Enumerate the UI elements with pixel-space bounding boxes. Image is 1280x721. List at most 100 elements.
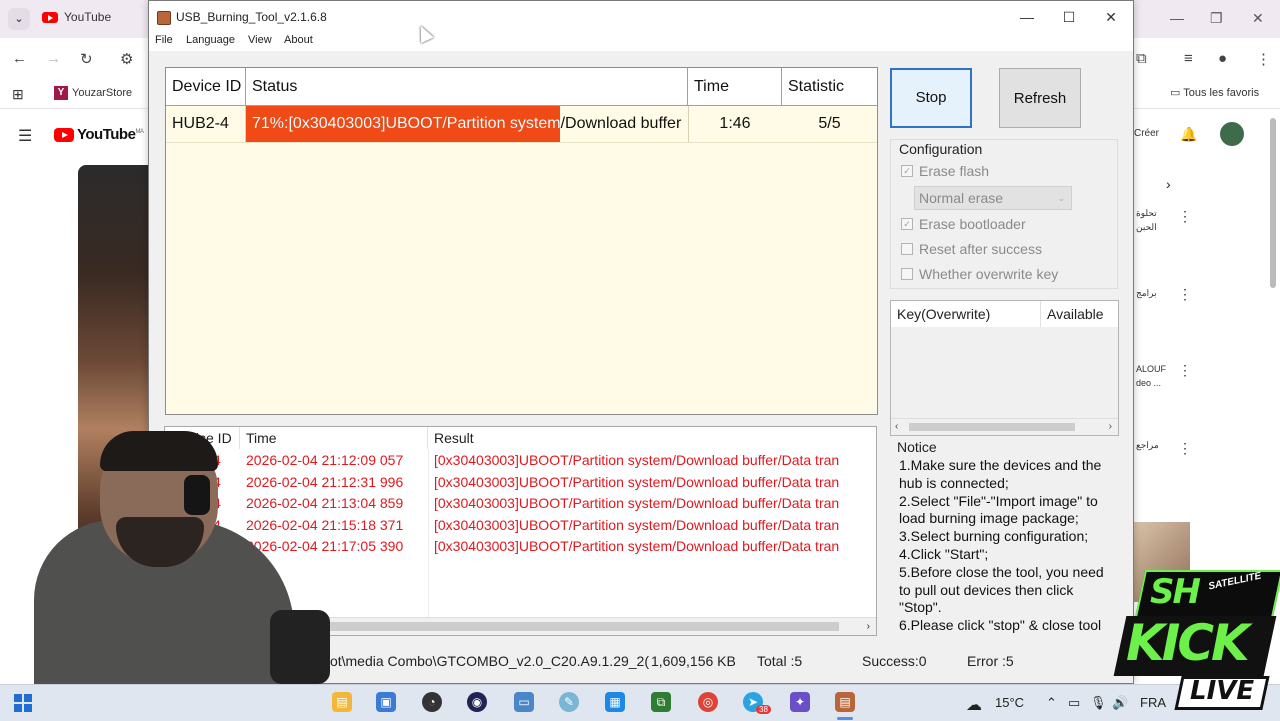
tab-search-button[interactable]: ⌄ — [8, 8, 30, 30]
microphone-icon[interactable]: 🎙 — [1090, 695, 1107, 711]
notice-line: 2.Select "File"-"Import image" to — [899, 492, 1098, 509]
key-list-scrollbar[interactable]: ‹ › — [891, 418, 1118, 435]
profile-icon[interactable]: ● — [1218, 50, 1227, 67]
checkbox-empty-icon — [901, 243, 913, 256]
chrome-icon[interactable]: ◎ — [698, 692, 718, 712]
windows-start-icon[interactable] — [14, 694, 32, 712]
speed-app-icon[interactable]: ◔ — [422, 692, 442, 712]
log-result: [0x30403003]UBOOT/Partition system/Downl… — [434, 516, 840, 533]
refresh-button[interactable]: Refresh — [999, 68, 1081, 128]
file-explorer-icon[interactable]: ▤ — [332, 692, 352, 712]
scroll-left-icon[interactable]: ‹ — [895, 419, 898, 435]
device-id-cell: HUB2-4 — [166, 106, 246, 142]
more-icon[interactable]: ⋮ — [1178, 440, 1192, 457]
maximize-button[interactable]: ☐ — [1047, 1, 1091, 33]
column-time[interactable]: Time — [688, 68, 782, 105]
hamburger-icon[interactable]: ☰ — [18, 126, 32, 146]
overwrite-key-checkbox[interactable]: Whether overwrite key — [901, 266, 1058, 282]
menu-icon[interactable]: ⋮ — [1256, 50, 1271, 68]
column-available[interactable]: Available — [1041, 301, 1118, 327]
tab-title: YouTube — [64, 10, 112, 24]
weather-icon[interactable]: ☁ — [966, 695, 982, 715]
chevron-up-icon[interactable]: ⌃ — [1046, 695, 1057, 711]
success-count: Success:0 — [862, 653, 927, 669]
back-icon[interactable]: ← — [12, 50, 27, 67]
scroll-thumb[interactable] — [909, 423, 1075, 431]
browser-tab-youtube[interactable]: YouTube — [42, 10, 111, 24]
scroll-thumb[interactable] — [285, 622, 839, 631]
youtube-logo[interactable]: YouTubeMA — [54, 126, 144, 143]
satellite-app-icon[interactable]: ✦ — [790, 692, 810, 712]
more-icon[interactable]: ⋮ — [1178, 286, 1192, 303]
webcam-overlay — [34, 425, 334, 690]
calculator-icon[interactable]: ▦ — [605, 692, 625, 712]
camera-app-icon[interactable]: ◉ — [467, 692, 487, 712]
scroll-right-icon[interactable]: › — [1109, 419, 1112, 435]
kick-live-logo: SH SATELLITE KICK LIVE — [1112, 558, 1280, 720]
forward-icon[interactable]: → — [46, 50, 61, 67]
app-icon — [157, 11, 171, 25]
scroll-right-icon[interactable]: › — [867, 618, 870, 635]
remote-desktop-icon[interactable]: ▭ — [514, 692, 534, 712]
network-icon[interactable]: ▭ — [1068, 695, 1080, 711]
reload-icon[interactable]: ↻ — [80, 50, 93, 68]
media-icon[interactable]: ≡ — [1184, 50, 1193, 67]
chevron-right-icon[interactable]: › — [1166, 176, 1171, 192]
youtube-country: MA — [135, 129, 144, 135]
more-icon[interactable]: ⋮ — [1178, 362, 1192, 379]
sidebar-video-title[interactable]: تحلوة — [1136, 208, 1172, 219]
store-icon[interactable]: ▣ — [376, 692, 396, 712]
minimize-icon[interactable]: — — [1170, 10, 1184, 26]
bell-icon[interactable]: 🔔 — [1180, 126, 1197, 143]
sidebar-video-title[interactable]: برامج — [1136, 288, 1172, 299]
erase-bootloader-checkbox[interactable]: ✓ Erase bootloader — [901, 216, 1026, 232]
column-statistic[interactable]: Statistic — [782, 68, 877, 105]
progress-bar: 71%:[0x30403003]UBOOT/Partition system/D… — [246, 106, 689, 142]
log-result: [0x30403003]UBOOT/Partition system/Downl… — [434, 495, 840, 511]
tool-app-icon[interactable]: ✎ — [559, 692, 579, 712]
menu-file[interactable]: File — [155, 34, 173, 46]
sidebar-video-title[interactable]: ALOUF — [1136, 364, 1172, 374]
device-grid-header: Device ID Status Time Statistic — [166, 68, 877, 106]
reset-after-success-label: Reset after success — [919, 241, 1042, 257]
column-status[interactable]: Status — [246, 68, 688, 105]
network-app-icon[interactable]: ⧉ — [651, 692, 671, 712]
stop-button[interactable]: Stop — [890, 68, 972, 128]
progress-text-overlay: 71%:[0x30403003]UBOOT/Partition system/D… — [252, 115, 560, 132]
bookmark-youzarstore[interactable]: Y YouzarStore — [54, 86, 132, 100]
minimize-button[interactable]: — — [1005, 1, 1049, 33]
key-overwrite-list[interactable]: Key(Overwrite) Available ‹ › — [890, 300, 1119, 436]
close-icon[interactable]: ✕ — [1252, 10, 1264, 27]
maximize-icon[interactable]: ❐ — [1210, 10, 1223, 27]
site-settings-icon[interactable]: ⚙ — [120, 50, 133, 68]
avatar[interactable] — [1220, 122, 1244, 146]
erase-flash-checkbox[interactable]: ✓ Erase flash — [901, 163, 989, 179]
progress-text-overlay-clip: 71%:[0x30403003]UBOOT/Partition system/D… — [246, 106, 560, 142]
close-button[interactable]: ✕ — [1089, 1, 1133, 33]
create-button[interactable]: Créer — [1134, 128, 1159, 139]
erase-mode-select[interactable]: Normal erase ⌄ — [914, 186, 1072, 210]
extensions-icon[interactable]: ⧉ — [1136, 50, 1147, 67]
log-column-result[interactable]: Result — [428, 427, 876, 449]
headset-icon — [184, 475, 210, 515]
sidebar-video-title[interactable]: مراجع — [1136, 440, 1172, 451]
bookmark-label: YouzarStore — [72, 86, 133, 99]
device-grid[interactable]: Device ID Status Time Statistic HUB2-4 7… — [165, 67, 878, 415]
weather-temp[interactable]: 15°C — [995, 695, 1024, 710]
chevron-down-icon: ⌄ — [1057, 193, 1065, 203]
menu-view[interactable]: View — [248, 34, 272, 46]
image-size: 1,609,156 KB — [651, 653, 736, 669]
device-row[interactable]: HUB2-4 71%:[0x30403003]UBOOT/Partition s… — [166, 106, 877, 143]
column-device-id[interactable]: Device ID — [166, 68, 246, 105]
all-bookmarks[interactable]: ▭ Tous les favoris — [1170, 86, 1259, 99]
page-scrollbar[interactable] — [1270, 118, 1276, 288]
usb-burning-tool-taskbar-icon[interactable]: ▤ — [835, 692, 855, 712]
menu-language[interactable]: Language — [186, 34, 235, 46]
notice-title: Notice — [897, 439, 937, 455]
reset-after-success-checkbox[interactable]: Reset after success — [901, 241, 1042, 257]
youtube-logo-text: YouTube — [77, 126, 136, 143]
column-key-overwrite[interactable]: Key(Overwrite) — [891, 301, 1041, 327]
apps-icon[interactable]: ⊞ — [12, 86, 24, 103]
menu-about[interactable]: About — [284, 34, 313, 46]
more-icon[interactable]: ⋮ — [1178, 208, 1192, 225]
